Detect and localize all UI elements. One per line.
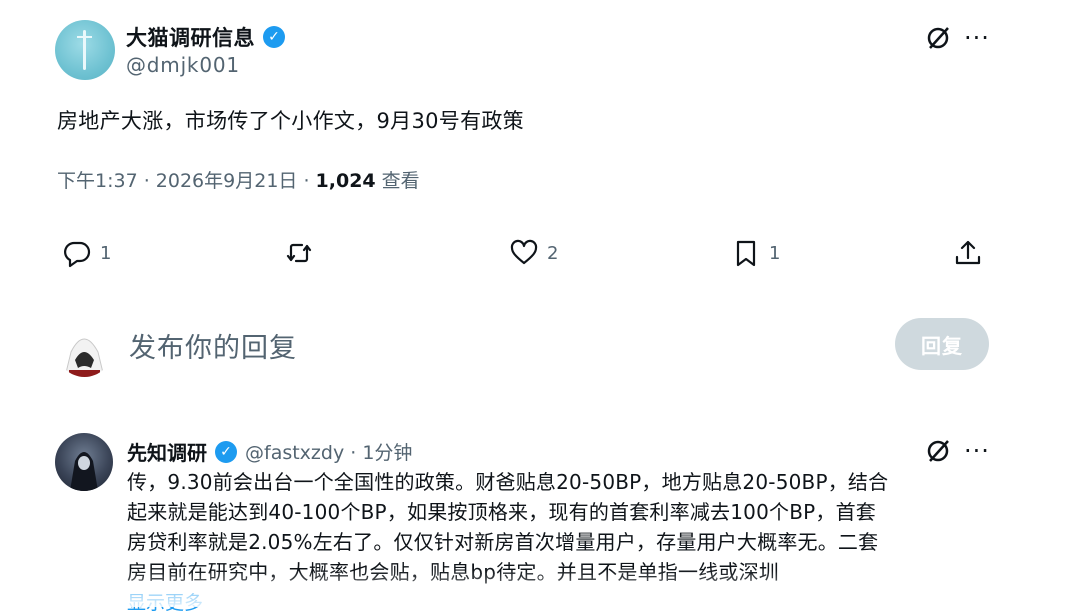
verified-badge-icon: ✓ bbox=[263, 26, 285, 48]
reply-header: 先知调研 ✓ @fastxzdy · 1分钟 bbox=[127, 437, 412, 466]
post-text: 房地产大涨，市场传了个小作文，9月30号有政策 bbox=[57, 109, 524, 133]
bookmark-action[interactable]: 1 bbox=[731, 238, 780, 268]
reply-icon bbox=[64, 241, 91, 268]
current-user-avatar[interactable] bbox=[57, 322, 112, 377]
like-action[interactable]: 2 bbox=[509, 238, 558, 268]
reply-text-line: 传，9.30前会出台一个全国性的政策。财爸贴息20-50BP，地方贴息20-50… bbox=[127, 470, 889, 494]
like-icon bbox=[510, 239, 538, 265]
reply-submit-button[interactable]: 回复 bbox=[895, 318, 989, 370]
share-action[interactable] bbox=[953, 238, 983, 268]
author-avatar[interactable] bbox=[55, 20, 115, 80]
reply-author-avatar[interactable] bbox=[55, 433, 113, 491]
author-name[interactable]: 大猫调研信息 bbox=[126, 22, 255, 52]
repost-action[interactable] bbox=[284, 238, 322, 268]
bookmark-count: 1 bbox=[769, 242, 781, 264]
bottom-fade bbox=[0, 570, 1080, 607]
verified-badge-icon: ✓ bbox=[215, 440, 237, 463]
reply-text-line: 起来就是能达到40-100个BP，如果按顶格来，现有的首套利率减去100个BP，… bbox=[127, 500, 876, 524]
reply-author-handle[interactable]: @fastxzdy · 1分钟 bbox=[245, 438, 412, 465]
post-meta: 下午1:37 · 2026年9月21日 · 1,024 查看 bbox=[57, 166, 420, 193]
reply-text: 传，9.30前会出台一个全国性的政策。财爸贴息20-50BP，地方贴息20-50… bbox=[127, 467, 1007, 587]
more-icon[interactable]: ··· bbox=[964, 24, 990, 52]
reply-count: 1 bbox=[100, 242, 112, 264]
reply-text-line: 房贷利率就是2.05%左右了。仅仅针对新房首次增量用户，存量用户大概率无。二套 bbox=[127, 530, 879, 554]
author-name-row: 大猫调研信息 ✓ bbox=[126, 22, 285, 52]
post-time[interactable]: 下午1:37 · 2026年9月21日 · bbox=[57, 170, 316, 192]
reply-composer-input[interactable]: 发布你的回复 bbox=[129, 326, 297, 365]
like-count: 2 bbox=[547, 242, 559, 264]
grok-icon[interactable] bbox=[924, 24, 952, 52]
author-handle[interactable]: @dmjk001 bbox=[126, 53, 240, 77]
view-count: 1,024 bbox=[315, 170, 376, 192]
more-icon[interactable]: ··· bbox=[964, 437, 990, 465]
reply-author-name[interactable]: 先知调研 bbox=[127, 437, 207, 466]
reply-action[interactable]: 1 bbox=[62, 238, 111, 268]
bookmark-icon bbox=[736, 240, 756, 267]
share-icon bbox=[955, 240, 981, 265]
grok-icon[interactable] bbox=[924, 437, 952, 465]
views-label: 查看 bbox=[375, 170, 420, 192]
repost-icon bbox=[286, 243, 312, 263]
